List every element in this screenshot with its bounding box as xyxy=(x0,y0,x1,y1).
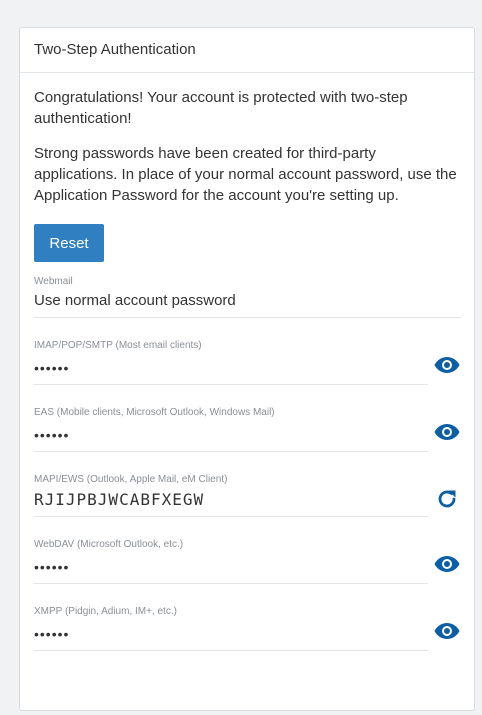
eye-icon[interactable] xyxy=(433,352,461,378)
panel-title: Two-Step Authentication xyxy=(20,28,474,73)
reset-button[interactable]: Reset xyxy=(34,224,104,262)
xmpp-password-field: XMPP (Pidgin, Adium, IM+, etc.) •••••• xyxy=(34,606,461,651)
field-label: EAS (Mobile clients, Microsoft Outlook, … xyxy=(34,407,275,418)
field-label: XMPP (Pidgin, Adium, IM+, etc.) xyxy=(34,606,177,617)
field-label: MAPI/EWS (Outlook, Apple Mail, eM Client… xyxy=(34,474,228,485)
webdav-password-field: WebDAV (Microsoft Outlook, etc.) •••••• xyxy=(34,539,461,584)
eye-icon[interactable] xyxy=(433,551,461,577)
two-step-auth-panel: Two-Step Authentication Congratulations!… xyxy=(19,27,475,711)
imap-password-field: IMAP/POP/SMTP (Most email clients) •••••… xyxy=(34,340,461,385)
webmail-field: Webmail Use normal account password xyxy=(34,276,461,318)
field-label: Webmail xyxy=(34,276,73,287)
success-message: Congratulations! Your account is protect… xyxy=(34,89,408,127)
password-value: •••••• xyxy=(34,618,428,651)
field-value: Use normal account password xyxy=(34,288,461,318)
mapi-password-field: MAPI/EWS (Outlook, Apple Mail, eM Client… xyxy=(34,474,461,517)
eye-icon[interactable] xyxy=(433,419,461,445)
refresh-icon[interactable] xyxy=(433,486,461,512)
password-value: •••••• xyxy=(34,352,428,385)
password-value: •••••• xyxy=(34,551,428,584)
info-message: Strong passwords have been created for t… xyxy=(34,145,457,204)
eye-icon[interactable] xyxy=(433,618,461,644)
panel-body: Congratulations! Your account is protect… xyxy=(20,73,474,651)
eas-password-field: EAS (Mobile clients, Microsoft Outlook, … xyxy=(34,407,461,452)
field-label: WebDAV (Microsoft Outlook, etc.) xyxy=(34,539,184,550)
password-value: •••••• xyxy=(34,419,428,452)
password-value: RJIJPBJWCABFXEGW xyxy=(34,486,428,517)
field-label: IMAP/POP/SMTP (Most email clients) xyxy=(34,340,202,351)
